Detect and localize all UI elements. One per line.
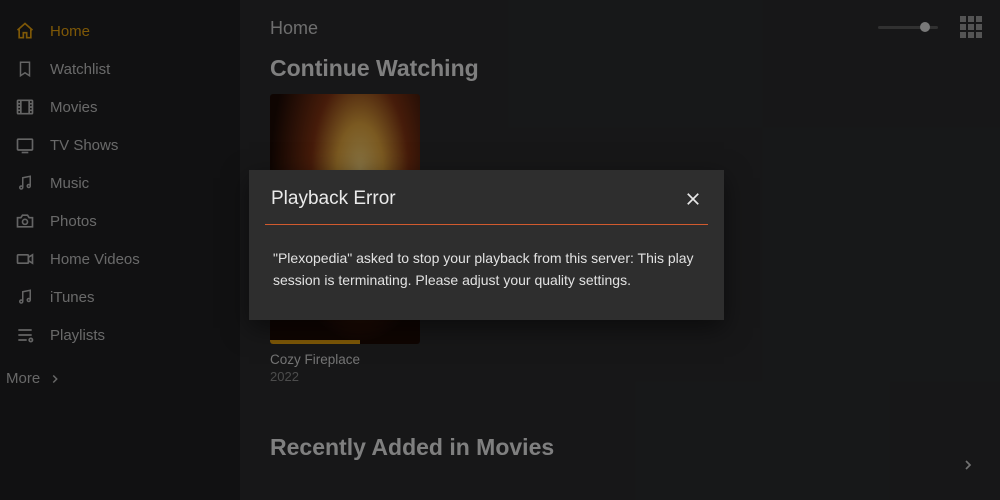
- dialog-title: Playback Error: [271, 188, 396, 210]
- close-icon[interactable]: [684, 190, 702, 208]
- dialog-body: "Plexopedia" asked to stop your playback…: [249, 225, 724, 320]
- dialog-header: Playback Error: [249, 170, 724, 224]
- playback-error-dialog: Playback Error "Plexopedia" asked to sto…: [249, 170, 724, 320]
